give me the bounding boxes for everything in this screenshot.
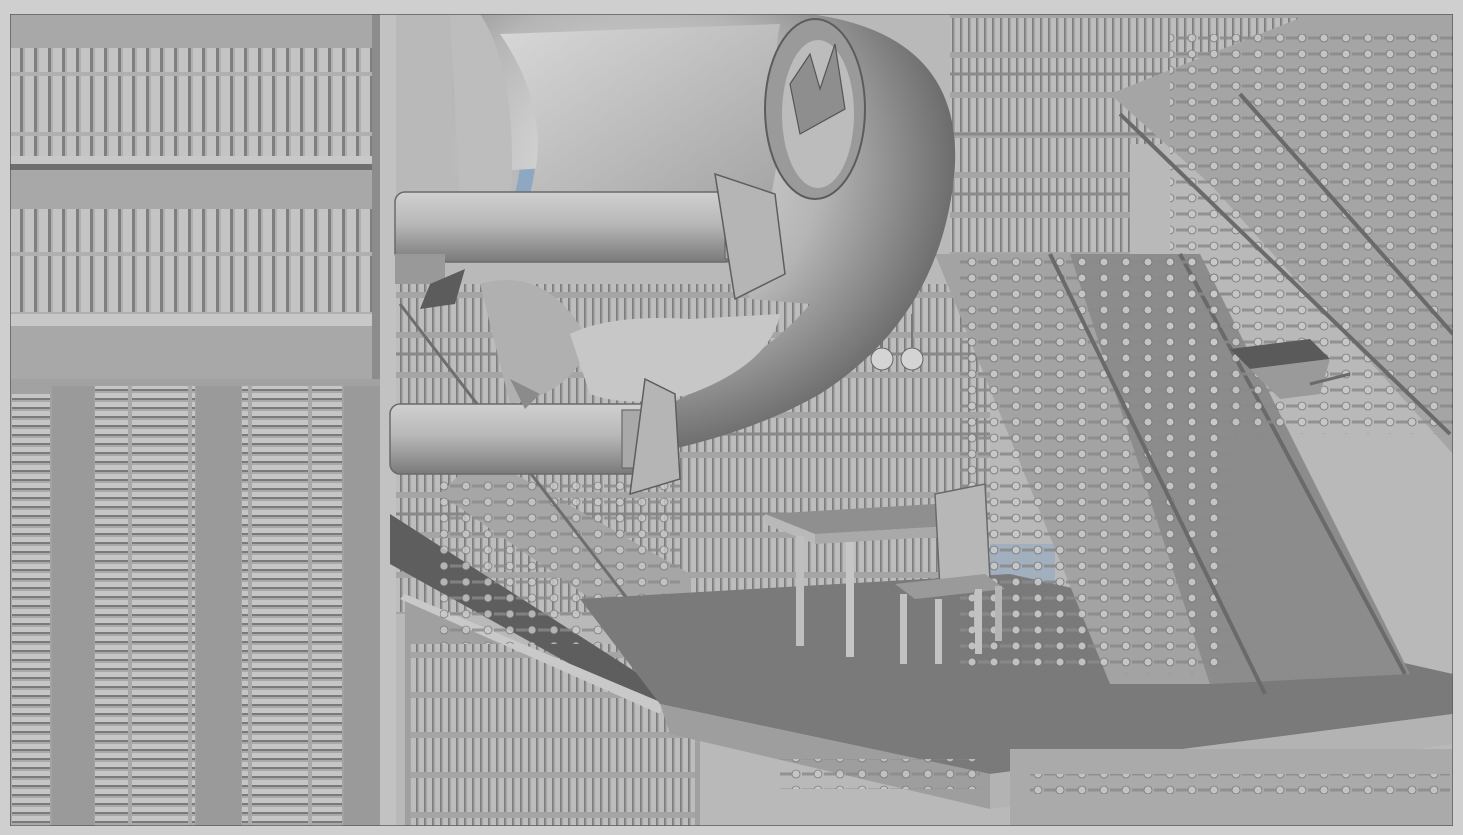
left-bookshelf [10,14,384,384]
render-viewport [10,14,1453,826]
viewport-frame [0,0,1463,835]
